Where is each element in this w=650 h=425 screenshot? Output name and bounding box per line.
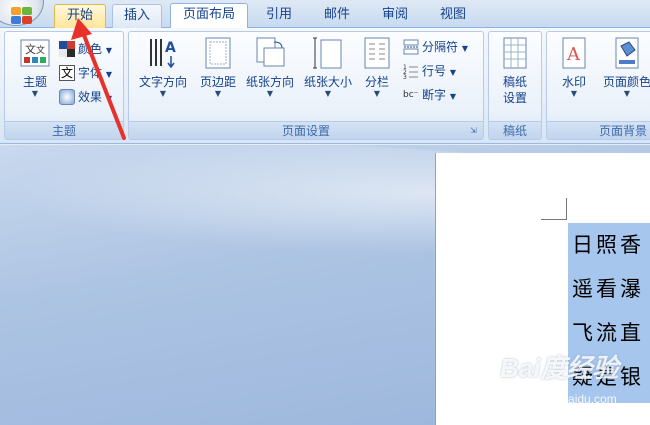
tab-review[interactable]: 审阅 xyxy=(372,4,418,28)
document-line: 日照香 xyxy=(572,233,644,257)
margins-icon xyxy=(202,36,234,70)
paint-bucket-icon xyxy=(611,36,643,70)
hyphenation-button[interactable]: bc⁻ 断字 ▼ xyxy=(403,84,456,106)
svg-text:3: 3 xyxy=(403,74,407,79)
chevron-down-icon: ▼ xyxy=(324,89,332,98)
columns-button[interactable]: 分栏 ▼ xyxy=(357,36,397,112)
margin-corner-mark xyxy=(566,198,567,220)
ribbon: 文 文 主题 ▼ 颜色 ▼ 文字体 ▼ 效果 ▼ 主题 A 文字方向 ▼ 页边距… xyxy=(0,28,650,144)
document-line: 遥看瀑 xyxy=(572,277,644,301)
page-setup-dialog-launcher-icon[interactable]: ⇲ xyxy=(470,126,480,136)
chevron-down-icon: ▼ xyxy=(159,89,167,98)
office-logo-icon xyxy=(11,7,35,25)
tab-page-layout[interactable]: 页面布局 xyxy=(170,3,248,29)
tab-view[interactable]: 视图 xyxy=(430,4,476,28)
watermark-icon: A xyxy=(558,36,590,70)
hyphenation-icon: bc⁻ xyxy=(403,89,419,100)
chevron-down-icon: ▼ xyxy=(623,89,631,98)
svg-text:文: 文 xyxy=(25,42,36,56)
theme-colors-button[interactable]: 颜色 ▼ xyxy=(59,38,112,60)
svg-text:A: A xyxy=(165,40,176,56)
color-palette-icon xyxy=(59,40,75,57)
svg-text:文: 文 xyxy=(36,44,45,56)
manuscript-settings-button[interactable]: 稿纸 设置 xyxy=(489,36,541,112)
tab-mailings[interactable]: 邮件 xyxy=(314,4,360,28)
text-direction-icon: A xyxy=(147,36,179,70)
page-size-button[interactable]: 纸张大小 ▼ xyxy=(299,36,357,112)
breaks-icon xyxy=(403,39,419,55)
ribbon-tab-bar: 开始 插入 页面布局 引用 邮件 审阅 视图 xyxy=(0,0,650,29)
line-numbers-icon: 123 xyxy=(403,63,419,81)
themes-button[interactable]: 文 文 主题 ▼ xyxy=(7,36,63,112)
tab-insert[interactable]: 插入 xyxy=(112,4,162,28)
chevron-down-icon: ▼ xyxy=(31,89,39,98)
group-page-background: A 水印 ▼ 页面颜色 ▼ 页面背景 xyxy=(546,31,650,140)
watermark-button[interactable]: A 水印 ▼ xyxy=(549,36,599,112)
columns-icon xyxy=(361,36,393,70)
baidu-watermark: Bai度经验 xyxy=(500,353,619,383)
group-page-setup: A 文字方向 ▼ 页边距 ▼ 纸张方向 ▼ 纸张大小 ▼ 分栏 ▼ 分隔符 ▼ … xyxy=(128,31,484,140)
themes-icon: 文 文 xyxy=(19,36,51,70)
page-size-icon xyxy=(312,36,344,70)
breaks-button[interactable]: 分隔符 ▼ xyxy=(403,36,468,58)
text-direction-button[interactable]: A 文字方向 ▼ xyxy=(133,36,193,112)
font-icon: 文 xyxy=(59,64,75,81)
tab-home[interactable]: 开始 xyxy=(54,4,106,28)
orientation-button[interactable]: 纸张方向 ▼ xyxy=(241,36,299,112)
tab-references[interactable]: 引用 xyxy=(256,4,302,28)
baidu-watermark-url: jingyan.baidu.com xyxy=(520,392,617,406)
chevron-down-icon: ▼ xyxy=(266,89,274,98)
chevron-down-icon: ▼ xyxy=(373,89,381,98)
margin-corner-mark xyxy=(541,219,566,220)
group-manuscript: 稿纸 设置 稿纸 xyxy=(488,31,542,140)
line-numbers-button[interactable]: 1 2 3 行号 ▼ xyxy=(403,60,456,82)
effects-icon xyxy=(59,88,75,105)
theme-effects-button[interactable]: 效果 ▼ xyxy=(59,86,112,108)
svg-text:A: A xyxy=(566,44,581,65)
manuscript-grid-icon xyxy=(499,36,531,70)
office-button[interactable] xyxy=(0,0,44,26)
margins-button[interactable]: 页边距 ▼ xyxy=(193,36,243,112)
theme-fonts-button[interactable]: 文字体 ▼ xyxy=(59,62,112,84)
chevron-down-icon: ▼ xyxy=(570,89,578,98)
chevron-down-icon: ▼ xyxy=(214,89,222,98)
group-themes: 文 文 主题 ▼ 颜色 ▼ 文字体 ▼ 效果 ▼ 主题 xyxy=(4,31,124,140)
page-color-button[interactable]: 页面颜色 ▼ xyxy=(597,36,650,112)
orientation-icon xyxy=(254,36,286,70)
